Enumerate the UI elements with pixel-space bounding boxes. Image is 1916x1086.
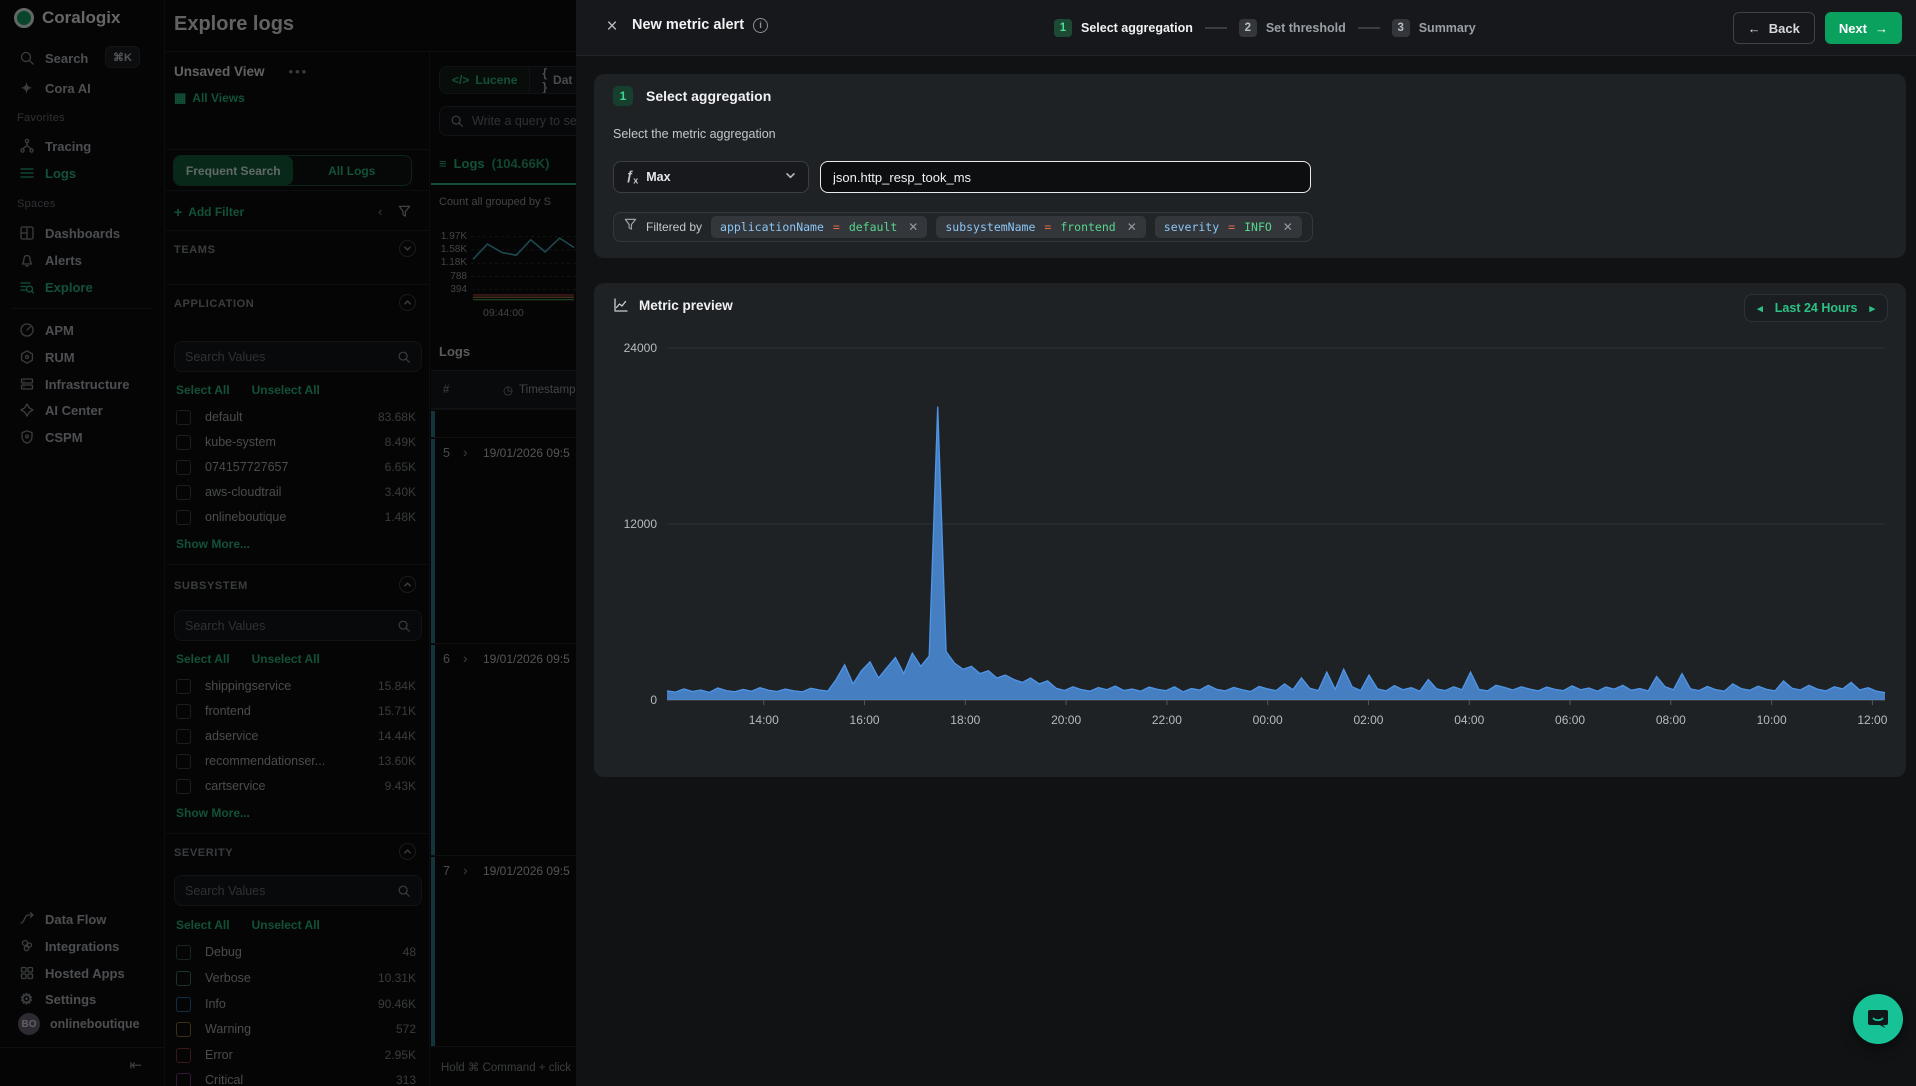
metric-field-input[interactable] <box>820 161 1311 193</box>
line-chart-icon <box>613 297 629 313</box>
filter-chip-subsystem[interactable]: subsystemName = frontend ✕ <box>936 216 1145 238</box>
chevron-down-icon <box>785 170 796 184</box>
select-aggregation-card: 1 Select aggregation Select the metric a… <box>594 74 1906 258</box>
back-button[interactable]: ← Back <box>1733 12 1815 44</box>
remove-chip-icon[interactable]: ✕ <box>908 220 918 234</box>
svg-text:24000: 24000 <box>624 341 658 355</box>
aggregation-function-select[interactable]: ƒx Max <box>613 161 809 193</box>
aggregation-function-value: Max <box>646 170 670 184</box>
wizard-steps: 1 Select aggregation 2 Set threshold 3 S… <box>1054 0 1476 56</box>
step-number-badge: 1 <box>613 86 633 106</box>
chat-bubble-icon <box>1865 1006 1891 1032</box>
function-icon: ƒx <box>626 168 638 186</box>
svg-text:20:00: 20:00 <box>1051 713 1081 727</box>
modal-title: New metric alert i <box>632 17 768 33</box>
svg-text:06:00: 06:00 <box>1555 713 1585 727</box>
svg-text:18:00: 18:00 <box>950 713 980 727</box>
card-subtitle: Select the metric aggregation <box>613 127 776 141</box>
filter-chip-severity[interactable]: severity = INFO ✕ <box>1155 216 1302 238</box>
svg-text:10:00: 10:00 <box>1757 713 1787 727</box>
prev-range-icon[interactable]: ◂ <box>1757 302 1763 315</box>
step-set-threshold[interactable]: 2 Set threshold <box>1239 19 1346 37</box>
next-button[interactable]: Next → <box>1825 12 1902 44</box>
svg-text:14:00: 14:00 <box>749 713 779 727</box>
svg-text:12000: 12000 <box>624 517 658 531</box>
time-range-label: Last 24 Hours <box>1775 301 1858 315</box>
svg-text:22:00: 22:00 <box>1152 713 1182 727</box>
step-separator <box>1358 27 1380 29</box>
metric-preview-card: Metric preview ◂ Last 24 Hours ▸ 0 12000 2… <box>594 283 1906 777</box>
metric-preview-chart: 0 12000 24000 14:00 16:00 18:00 20:00 22:00 00:0… <box>606 335 1896 735</box>
close-icon[interactable]: × <box>601 16 623 38</box>
svg-text:08:00: 08:00 <box>1656 713 1686 727</box>
svg-text:0: 0 <box>650 693 657 707</box>
time-range-picker[interactable]: ◂ Last 24 Hours ▸ <box>1744 294 1888 322</box>
filtered-by-bar: Filtered by applicationName = default ✕ … <box>613 212 1313 242</box>
svg-text:02:00: 02:00 <box>1353 713 1383 727</box>
svg-text:00:00: 00:00 <box>1253 713 1283 727</box>
filter-chip-application[interactable]: applicationName = default ✕ <box>711 216 927 238</box>
info-icon[interactable]: i <box>753 18 768 33</box>
step-summary[interactable]: 3 Summary <box>1392 19 1476 37</box>
card-title: Select aggregation <box>646 88 771 104</box>
arrow-left-icon: ← <box>1748 21 1761 36</box>
app-root: Coralogix Search ⌘K ✦ Cora AI Favorites … <box>0 0 1916 1086</box>
step-select-aggregation[interactable]: 1 Select aggregation <box>1054 19 1193 37</box>
preview-title: Metric preview <box>639 298 733 313</box>
remove-chip-icon[interactable]: ✕ <box>1283 220 1293 234</box>
svg-text:16:00: 16:00 <box>850 713 880 727</box>
next-range-icon[interactable]: ▸ <box>1869 302 1875 315</box>
filtered-by-label: Filtered by <box>646 220 702 234</box>
modal-header: × New metric alert i 1 Select aggregatio… <box>576 0 1916 56</box>
funnel-icon <box>624 218 637 236</box>
step-separator <box>1205 27 1227 29</box>
chat-button[interactable] <box>1853 994 1903 1044</box>
svg-text:12:00: 12:00 <box>1857 713 1887 727</box>
svg-text:04:00: 04:00 <box>1454 713 1484 727</box>
remove-chip-icon[interactable]: ✕ <box>1127 220 1137 234</box>
arrow-right-icon: → <box>1875 21 1888 36</box>
new-metric-alert-modal: × New metric alert i 1 Select aggregatio… <box>576 0 1916 1086</box>
